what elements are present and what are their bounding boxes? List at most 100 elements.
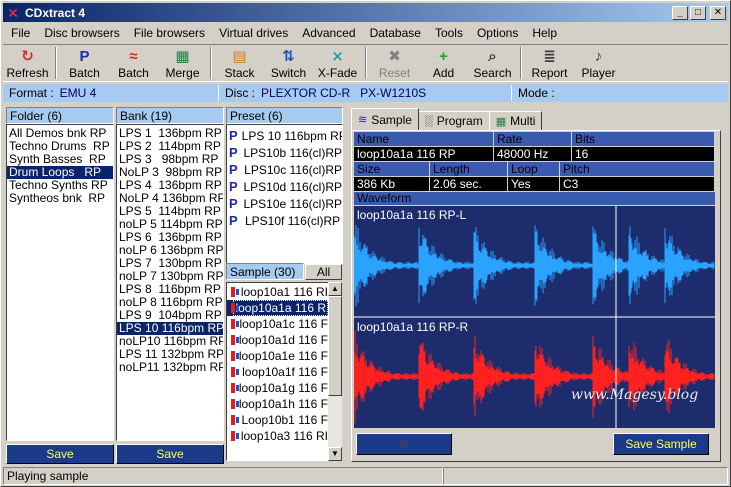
scroll-down-icon[interactable]: ▼ (328, 447, 342, 461)
bank-list-item[interactable]: NoLP 4 136bpm RP (117, 192, 223, 205)
preset-batch-icon: P (79, 47, 90, 65)
folder-list-item[interactable]: Techno Drums RP (7, 140, 113, 153)
sample-list-item[interactable]: loop10a1g 116 F (227, 380, 328, 396)
pitch-value: C3 (560, 177, 715, 191)
stack-button[interactable]: ▤ Stack (215, 45, 264, 81)
switch-button[interactable]: ⇅ Switch (264, 45, 313, 81)
folder-list-item[interactable]: Synth Basses RP (7, 153, 113, 166)
preset-list-item[interactable]: P LPS 10 116bpm RP (227, 127, 342, 144)
scroll-up-icon[interactable]: ▲ (328, 282, 342, 296)
waveform-icon (229, 350, 239, 362)
preset-list[interactable]: P LPS 10 116bpm RP P LPS10b 116(cl)RP P LPS10… (226, 124, 343, 264)
sample-list-item[interactable]: loop10a1e 116 F (227, 348, 328, 364)
close-button[interactable]: ✕ (710, 5, 726, 20)
bank-list-item[interactable]: LPS 1 136bpm RP (117, 127, 223, 140)
preset-list-item[interactable]: P LPS10c 116(cl)RP (227, 161, 342, 178)
detail-value-row-2: 386 Kb 2.06 sec. Yes C3 (354, 177, 715, 191)
sample-name: loop10a1c 116 F (239, 317, 328, 331)
bits-header: Bits (572, 132, 715, 146)
maximize-button[interactable]: □ (690, 5, 706, 20)
reset-button[interactable]: ✖ Reset (370, 45, 419, 81)
bank-list-item[interactable]: NoLP 3 98bpm RP (117, 166, 223, 179)
sample-list-item[interactable]: loop10a1f 116 F (227, 364, 328, 380)
bank-list-item[interactable]: LPS 6 136bpm RP (117, 231, 223, 244)
sample-header: Sample (30) (226, 263, 304, 280)
tab-multi[interactable]: ▦ Multi (488, 111, 543, 130)
menu-file[interactable]: File (3, 26, 36, 40)
preset-name: LPS10d 116(cl)RP (243, 179, 343, 194)
menu-options[interactable]: Options (469, 26, 524, 40)
folder-list-item[interactable]: Syntheos bnk RP (7, 192, 113, 205)
folder-list-item[interactable]: Drum Loops RP (7, 166, 113, 179)
menu-help[interactable]: Help (524, 26, 563, 40)
app-logo-icon: ✕ (7, 4, 19, 21)
menu-database[interactable]: Database (362, 26, 427, 40)
sample-list-item[interactable]: loop10a1c 116 F (227, 316, 328, 332)
minimize-button[interactable]: _ (672, 5, 688, 20)
scroll-thumb[interactable] (328, 296, 342, 396)
preset-list-item[interactable]: P LPS10d 116(cl)RP (227, 178, 342, 195)
bank-list-item[interactable]: noLP10 116bpm RP (117, 335, 223, 348)
sample-list-item[interactable]: loop10a1d 116 F (227, 332, 328, 348)
all-samples-button[interactable]: All (305, 264, 342, 280)
sample-list[interactable]: loop10a1 116 RI loop10a1a 116 Rloop10a1c … (226, 282, 329, 461)
preset-list-item[interactable]: P LPS10f 116(cl)RP (227, 212, 342, 229)
bank-list-item[interactable]: LPS 8 116bpm RP (117, 283, 223, 296)
bank-list-item[interactable]: LPS 3 98bpm RP (117, 153, 223, 166)
menu-tools[interactable]: Tools (427, 26, 469, 40)
sample-list-item[interactable]: loop10a1 116 RI (227, 284, 328, 300)
play-stop-button[interactable] (356, 433, 452, 455)
bank-save-button[interactable]: Save (116, 444, 224, 464)
tab-program[interactable]: ░ Program (417, 111, 490, 130)
title-bar: ✕ CDxtract 4 _ □ ✕ (3, 3, 728, 22)
batch-button[interactable]: P Batch (60, 45, 109, 81)
sample-scrollbar[interactable]: ▲ ▼ (328, 282, 342, 461)
bank-list-item[interactable]: noLP 8 116bpm RP (117, 296, 223, 309)
sample-list-item[interactable]: Loop10b1 116 F (227, 412, 328, 428)
menu-disc-browsers[interactable]: Disc browsers (36, 26, 125, 40)
bank-list-item[interactable]: LPS 9 104bpm RP (117, 309, 223, 322)
bank-list-item[interactable]: noLP 7 130bpm RP (117, 270, 223, 283)
sample-list-item[interactable]: loop10a1a 116 R (227, 300, 328, 316)
folder-panel: Folder (6) All Demos bnk RP Techno Drums … (6, 107, 114, 441)
tab-sample[interactable]: ≋ Sample (351, 108, 419, 130)
folder-list[interactable]: All Demos bnk RP Techno Drums RP Synth Bas… (6, 124, 114, 441)
sample-list-item[interactable]: loop10a1h 116 F (227, 396, 328, 412)
player-button[interactable]: ♪ Player (574, 45, 623, 81)
preset-list-item[interactable]: P LPS10e 116(cl)RP (227, 195, 342, 212)
window-title: CDxtract 4 (25, 5, 86, 20)
save-sample-button[interactable]: Save Sample (613, 433, 709, 455)
search-button[interactable]: ⌕ Search (468, 45, 517, 81)
stack-icon: ▤ (232, 47, 247, 65)
folder-list-item[interactable]: All Demos bnk RP (7, 127, 113, 140)
menu-advanced[interactable]: Advanced (294, 26, 361, 40)
add-button[interactable]: + Add (419, 45, 468, 81)
waveform-trace (354, 330, 715, 423)
xfade-button[interactable]: ⨯ X-Fade (313, 45, 362, 81)
tab-label: Sample (371, 112, 412, 127)
bank-list-item[interactable]: LPS 7 130bpm RP (117, 257, 223, 270)
sample-list-item[interactable]: loop10a3 116 RI (227, 428, 328, 444)
bank-list-item[interactable]: noLP 5 114bpm RP (117, 218, 223, 231)
disc-label: Disc : (225, 86, 255, 100)
bank-list-item[interactable]: LPS 4 136bpm RP (117, 179, 223, 192)
bank-list[interactable]: LPS 1 136bpm RP LPS 2 114bpm RP LPS 3 98bp… (116, 124, 224, 441)
menu-file-browsers[interactable]: File browsers (126, 26, 211, 40)
bank-list-item[interactable]: LPS 5 114bpm RP (117, 205, 223, 218)
merge-button[interactable]: ▦ Merge (158, 45, 207, 81)
bank-list-item[interactable]: LPS 10 116bpm RP (117, 322, 223, 335)
menu-virtual-drives[interactable]: Virtual drives (211, 26, 294, 40)
report-icon: ≣ (543, 47, 556, 65)
preset-list-item[interactable]: P LPS10b 116(cl)RP (227, 144, 342, 161)
bank-list-item[interactable]: LPS 2 114bpm RP (117, 140, 223, 153)
batch-button[interactable]: ≈ Batch (109, 45, 158, 81)
bank-list-item[interactable]: LPS 11 132bpm RP (117, 348, 223, 361)
bank-list-item[interactable]: noLP 6 136bpm RP (117, 244, 223, 257)
bank-list-item[interactable]: noLP11 132bpm RP (117, 361, 223, 374)
folder-list-item[interactable]: Techno Synths RP (7, 179, 113, 192)
report-button[interactable]: ≣ Report (525, 45, 574, 81)
merge-icon: ▦ (175, 47, 190, 65)
refresh-button[interactable]: ↻ Refresh (3, 45, 52, 81)
folder-save-button[interactable]: Save (6, 444, 114, 464)
rate-value: 48000 Hz (494, 147, 572, 161)
